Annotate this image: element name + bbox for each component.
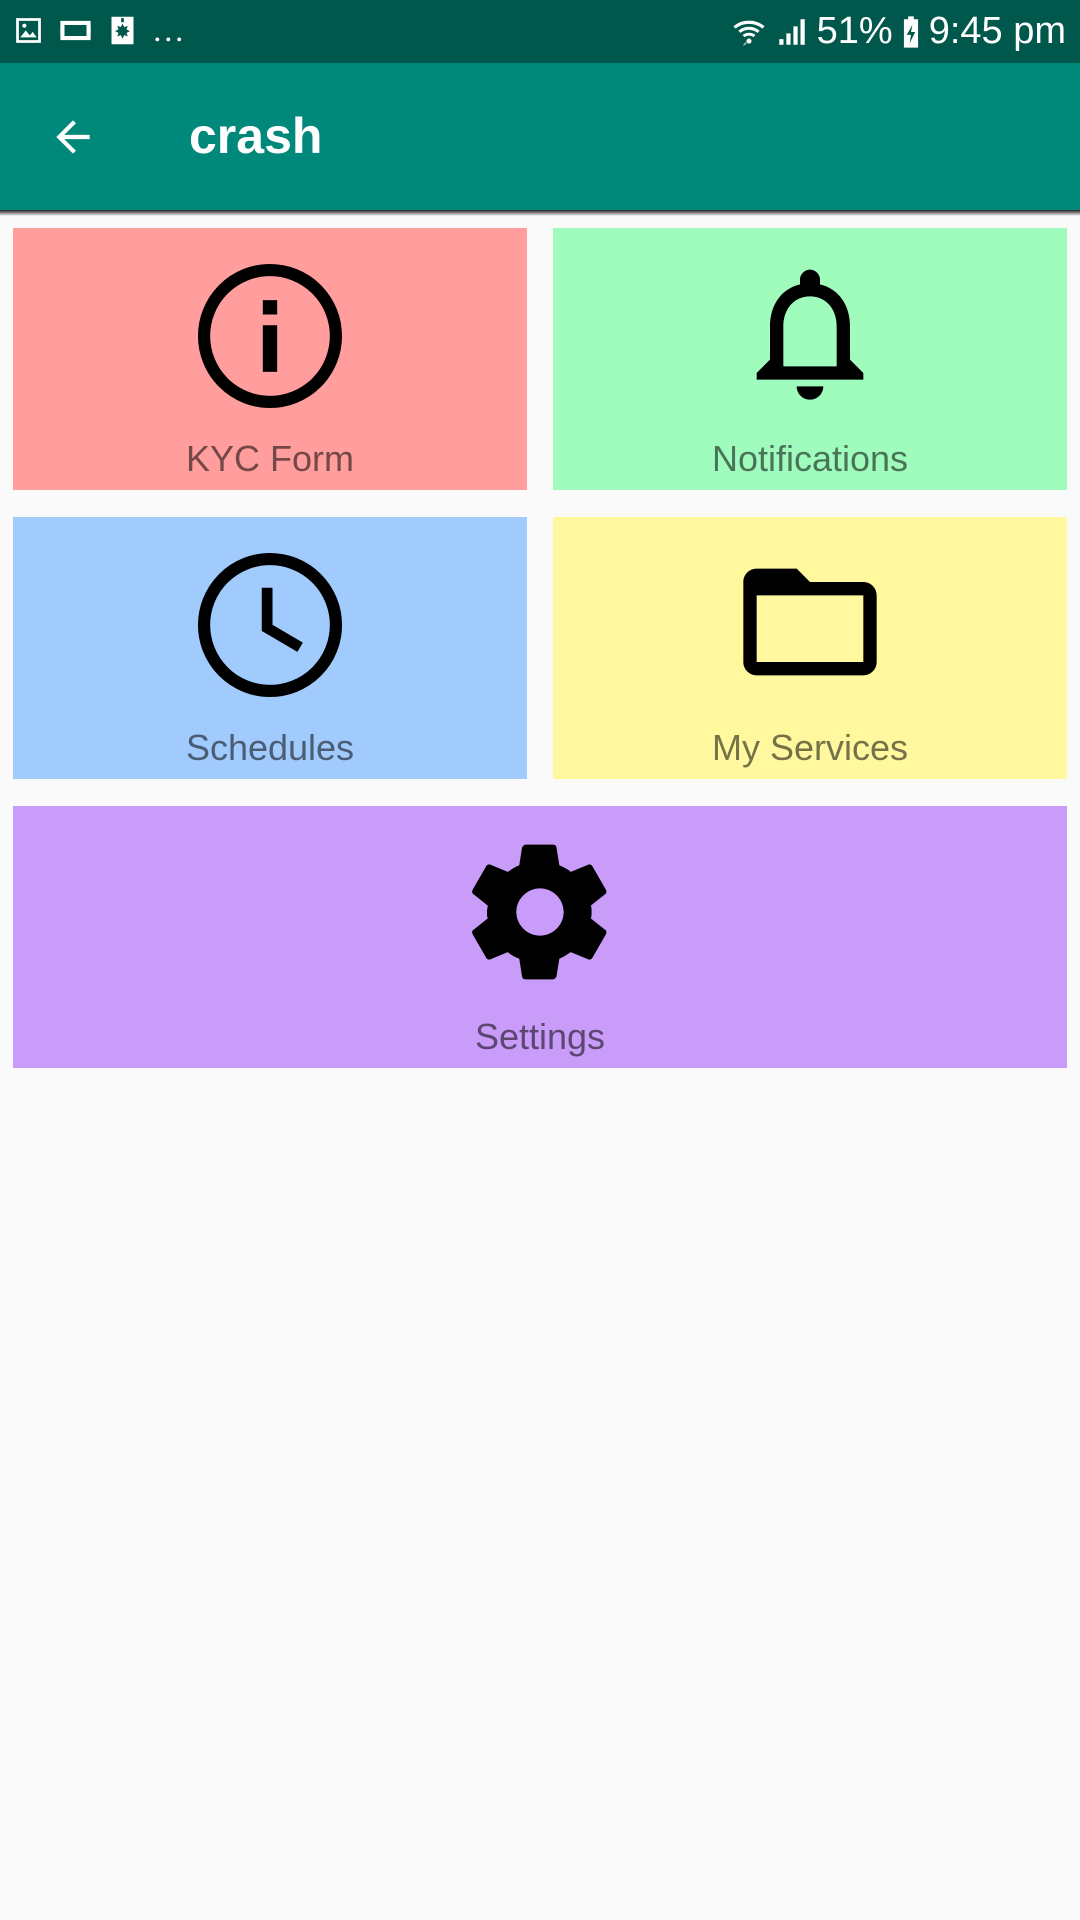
back-button[interactable] [30, 101, 116, 173]
more-notifications: ... [153, 10, 186, 50]
tile-label: Settings [474, 1016, 606, 1057]
tile-label: Notifications [711, 438, 909, 479]
page-title: crash [189, 108, 323, 164]
wifi-icon [733, 20, 765, 46]
gear-icon [472, 844, 607, 980]
tile-label: My Services [711, 727, 909, 768]
notification-icons: ... [12, 10, 186, 50]
signal-icon [778, 18, 805, 45]
battery-charging-icon [903, 15, 918, 48]
tile-kyc-form[interactable]: KYC Form [13, 228, 527, 490]
arrow-back-icon [56, 120, 90, 154]
cast-icon [60, 20, 91, 41]
sim-alert-icon [111, 16, 134, 45]
battery-percent: 51% [816, 10, 893, 52]
tile-label: KYC Form [185, 438, 354, 479]
tile-settings[interactable]: Settings [13, 806, 1067, 1068]
tile-notifications[interactable]: Notifications [553, 228, 1067, 490]
app-bar: crash [0, 63, 1080, 216]
status-bar: ... 51% 9:45 pm [0, 0, 1080, 63]
clock-icon [197, 552, 343, 698]
info-icon [197, 263, 343, 409]
tile-schedules[interactable]: Schedules [13, 517, 527, 779]
bell-icon [756, 269, 864, 400]
system-status: 51% 9:45 pm [731, 10, 1066, 53]
image-icon [16, 18, 41, 43]
tile-my-services[interactable]: My Services [553, 517, 1067, 779]
tile-label: Schedules [185, 727, 355, 768]
folder-icon [743, 568, 877, 676]
clock-time: 9:45 pm [928, 10, 1066, 52]
